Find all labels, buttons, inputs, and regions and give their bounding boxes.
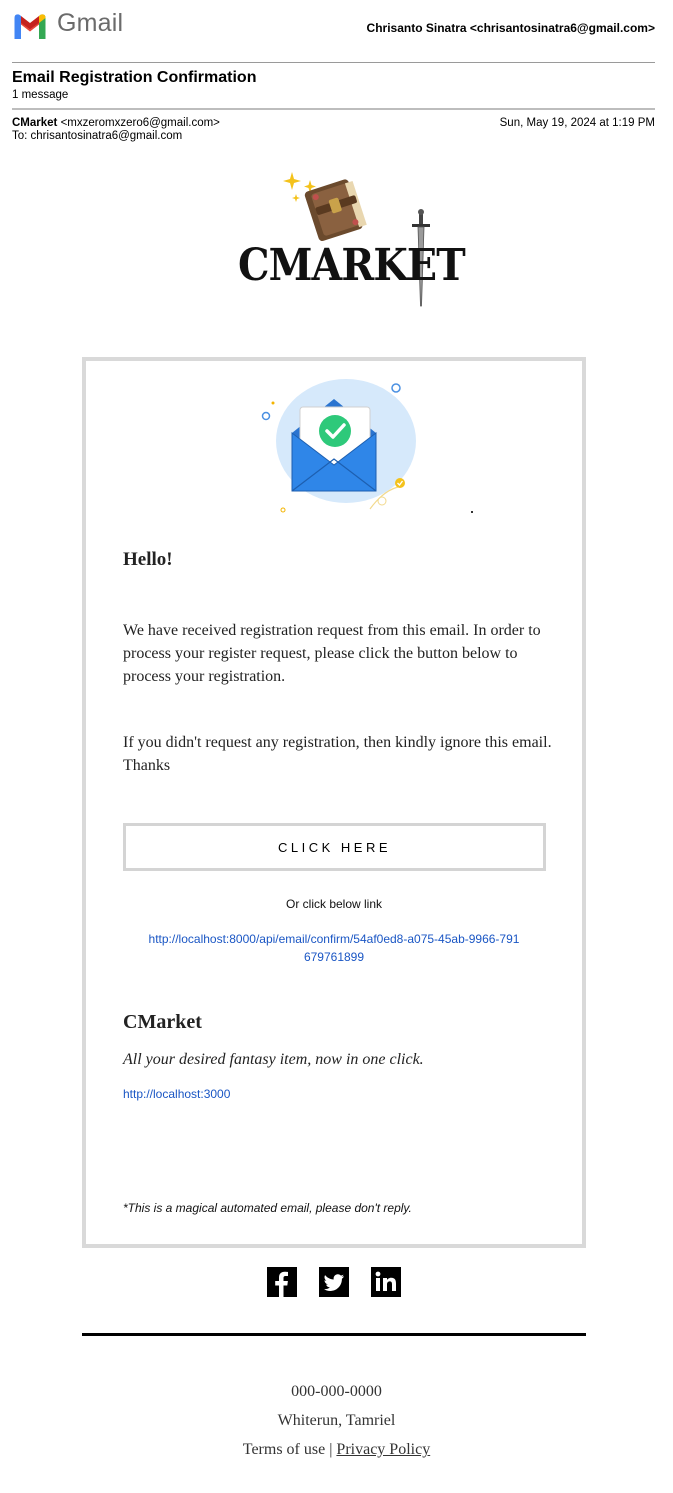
email-card: Hello! We have received registration req…	[82, 357, 586, 1248]
registration-paragraph: We have received registration request fr…	[123, 622, 541, 685]
envelope-check-icon	[258, 379, 438, 519]
brand-logo: CMARKET	[236, 168, 466, 310]
sender-name: CMarket	[12, 117, 58, 129]
confirm-link[interactable]: http://localhost:8000/api/email/confirm/…	[146, 930, 522, 966]
click-here-button[interactable]: CLICK HERE	[123, 823, 546, 871]
terms-link[interactable]: Terms of use	[243, 1441, 325, 1458]
ignore-paragraph: If you didn't request any registration, …	[123, 734, 552, 774]
greeting: Hello!	[123, 549, 173, 570]
privacy-policy-link[interactable]: Privacy Policy	[336, 1441, 430, 1458]
linkedin-icon[interactable]	[371, 1267, 401, 1297]
brand-wordmark: CMARKET	[238, 240, 466, 291]
legal-separator: |	[329, 1441, 333, 1458]
message-count: 1 message	[12, 89, 69, 101]
footer-address: Whiterun, Tamriel	[277, 1412, 396, 1429]
site-link[interactable]: http://localhost:3000	[123, 1087, 230, 1101]
facebook-icon[interactable]	[267, 1267, 297, 1297]
message-date: Sun, May 19, 2024 at 1:19 PM	[499, 117, 655, 129]
subject-divider	[12, 108, 655, 110]
sender-email: <mxzeromxzero6@gmail.com>	[60, 117, 220, 129]
footer-legal: Terms of use | Privacy Policy	[0, 1441, 673, 1459]
stray-dot	[471, 511, 473, 513]
signature-name: CMarket	[123, 1011, 202, 1033]
automated-note: *This is a magical automated email, plea…	[123, 1201, 412, 1215]
account-label: Chrisanto Sinatra <chrisantosinatra6@gma…	[366, 21, 655, 35]
gmail-wordmark: Gmail	[57, 9, 124, 37]
sender-line: CMarket <mxzeromxzero6@gmail.com>	[12, 117, 220, 129]
twitter-icon[interactable]	[319, 1267, 349, 1297]
footer-phone: 000-000-0000	[291, 1383, 382, 1400]
gmail-logo-icon[interactable]	[12, 12, 48, 40]
recipient-line: To: chrisantosinatra6@gmail.com	[12, 130, 183, 142]
header-divider	[12, 62, 655, 63]
email-subject: Email Registration Confirmation	[12, 69, 257, 86]
tagline: All your desired fantasy item, now in on…	[123, 1051, 424, 1068]
footer-divider	[82, 1333, 586, 1336]
alt-link-caption: Or click below link	[285, 897, 383, 911]
